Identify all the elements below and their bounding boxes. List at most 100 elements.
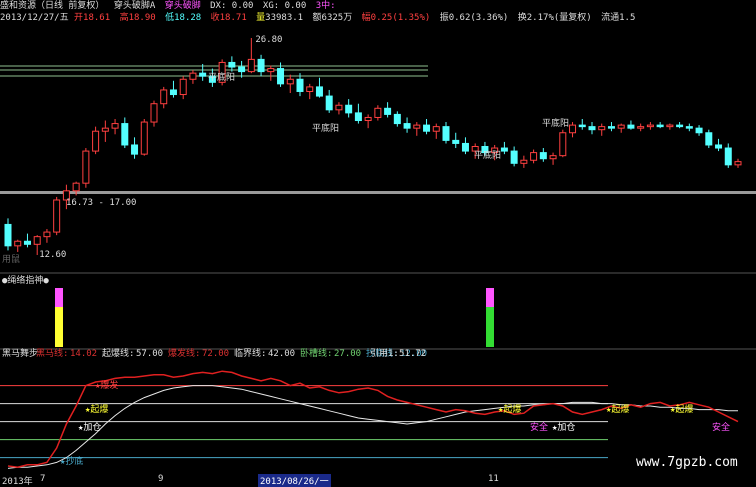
indicator-bars bbox=[55, 288, 494, 347]
candle-down bbox=[384, 107, 392, 115]
range-label: 16.73 - 17.00 bbox=[66, 198, 136, 208]
candle-up bbox=[646, 124, 654, 128]
candle-down bbox=[238, 66, 246, 73]
candle-down bbox=[724, 147, 732, 166]
candle-up bbox=[82, 150, 90, 184]
candle-down bbox=[4, 223, 12, 247]
axis-cursor-date[interactable]: 2013/08/26/一 bbox=[258, 474, 331, 487]
high-price-label: 26.80 bbox=[255, 35, 282, 45]
chart-annotations: 26.8012.6016.73 - 17.00平底阳平底阳平底阳平底阳用鼠●绳络… bbox=[2, 35, 738, 470]
flat-bottom-label-3: 平底阳 bbox=[474, 149, 501, 161]
panel3-ref-label: 引用1: bbox=[370, 348, 399, 359]
candle-up bbox=[140, 121, 148, 155]
candle-down bbox=[656, 124, 664, 128]
panel3-item-label-4: 卧槽线: bbox=[300, 347, 332, 359]
candle-down bbox=[277, 68, 285, 85]
candle-up bbox=[617, 124, 625, 129]
candle-up bbox=[14, 240, 22, 247]
panel3-item-value-2: 72.00 bbox=[202, 349, 229, 359]
axis-tick-0: 7 bbox=[40, 474, 46, 484]
candle-up bbox=[598, 126, 606, 131]
candle-down bbox=[325, 95, 333, 111]
indicator-bar-bottom-0 bbox=[55, 307, 63, 347]
candle-down bbox=[345, 104, 353, 114]
candle-up bbox=[189, 72, 197, 80]
candle-down bbox=[354, 112, 362, 122]
candle-down bbox=[257, 58, 265, 73]
candle-down bbox=[452, 139, 460, 144]
candle-down bbox=[169, 89, 177, 96]
usage-tip: 用鼠 bbox=[2, 253, 20, 265]
candle-up bbox=[549, 155, 557, 160]
candle-down bbox=[676, 124, 684, 128]
panel2-title: ●绳络指神● bbox=[2, 274, 49, 286]
panel3-item-value-0: 14.02 bbox=[70, 349, 97, 359]
candle-up bbox=[306, 86, 314, 92]
candle-up bbox=[43, 231, 51, 238]
signal-qibao-1: ★起爆 bbox=[85, 403, 108, 415]
panel3-item-label-0: 黑马线: bbox=[36, 347, 68, 359]
signal-anquan-2: 安全 bbox=[712, 421, 730, 433]
candle-down bbox=[296, 78, 304, 92]
candle-down bbox=[121, 123, 129, 146]
candle-up bbox=[111, 123, 119, 129]
panel3-item-value-1: 57.00 bbox=[136, 349, 163, 359]
panel3-item-label-1: 起爆线: bbox=[102, 347, 134, 359]
candle-down bbox=[23, 240, 31, 245]
candle-up bbox=[33, 236, 41, 245]
low-price-label: 12.60 bbox=[39, 250, 66, 260]
panel3-ref-value: 51.72 bbox=[399, 349, 426, 359]
panel3-item-value-3: 42.00 bbox=[268, 349, 295, 359]
candle-down bbox=[578, 124, 586, 128]
candle-down bbox=[539, 152, 547, 160]
candle-up bbox=[267, 68, 275, 73]
axis-tick-1: 9 bbox=[158, 474, 164, 484]
panel3-item-value-4: 27.00 bbox=[334, 349, 361, 359]
signal-qibao-2: ★起爆 bbox=[498, 403, 521, 415]
signal-jiacang-2: ★加仓 bbox=[552, 421, 575, 433]
candle-down bbox=[228, 61, 236, 68]
candle-up bbox=[432, 126, 440, 132]
signal-anquan-1: 安全 bbox=[530, 421, 548, 433]
flat-bottom-label-1: 平底阳 bbox=[208, 71, 235, 83]
axis-tick-2: 11 bbox=[488, 474, 499, 484]
candle-up bbox=[559, 132, 567, 157]
candle-up bbox=[374, 107, 382, 118]
candle-up bbox=[92, 130, 100, 152]
candle-up bbox=[53, 199, 61, 233]
panel3-name: 黑马舞步 bbox=[2, 348, 38, 359]
candle-down bbox=[588, 126, 596, 131]
candle-down bbox=[131, 144, 139, 155]
candle-down bbox=[315, 86, 323, 97]
candle-down bbox=[685, 126, 693, 129]
panel3-item-label-2: 爆发线: bbox=[168, 347, 200, 359]
candle-up bbox=[666, 124, 674, 128]
signal-chaodi-1: ★抄底 bbox=[60, 455, 83, 467]
axis-year-label: 2013年 bbox=[2, 477, 33, 487]
candle-up bbox=[247, 58, 255, 73]
candle-up bbox=[364, 116, 372, 122]
candle-down bbox=[423, 124, 431, 132]
candle-up bbox=[520, 159, 528, 164]
candle-down bbox=[393, 113, 401, 125]
candle-down bbox=[705, 132, 713, 146]
candle-up bbox=[150, 103, 158, 123]
candle-up bbox=[530, 152, 538, 161]
signal-baofa-1: ★爆发 bbox=[95, 379, 118, 391]
candle-down bbox=[607, 126, 615, 129]
candle-down bbox=[715, 144, 723, 149]
price-band bbox=[0, 191, 756, 194]
candle-up bbox=[179, 78, 187, 96]
candle-up bbox=[569, 124, 577, 134]
stock-chart[interactable]: 26.8012.6016.73 - 17.00平底阳平底阳平底阳平底阳用鼠●绳络… bbox=[0, 0, 756, 487]
white-trend-line bbox=[7, 385, 738, 469]
candle-up bbox=[72, 182, 80, 192]
candle-up bbox=[160, 89, 168, 105]
candle-up bbox=[413, 124, 421, 129]
signal-qibao-4: ★起爆 bbox=[670, 403, 693, 415]
candle-down bbox=[500, 147, 508, 152]
indicator-bar-bottom-1 bbox=[486, 307, 494, 347]
watermark: www.7gpzb.com bbox=[636, 455, 738, 470]
flat-bottom-label-2: 平底阳 bbox=[312, 122, 339, 134]
candle-down bbox=[199, 72, 207, 77]
